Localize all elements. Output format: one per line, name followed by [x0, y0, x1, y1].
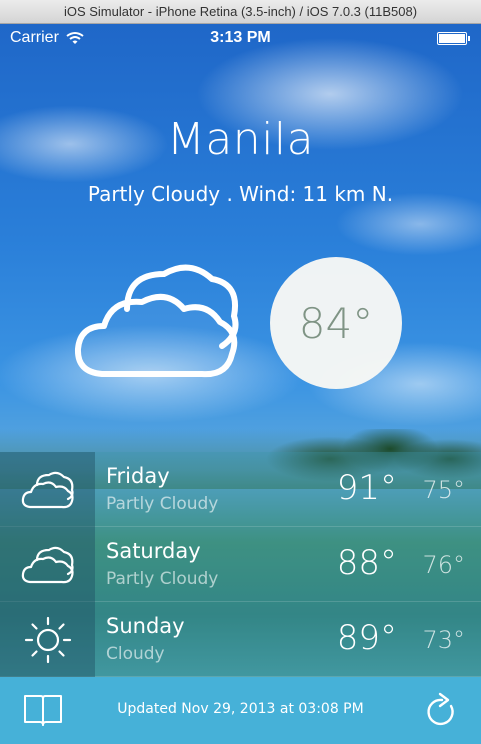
refresh-icon[interactable] [425, 692, 459, 728]
forecast-row[interactable]: Saturday Partly Cloudy 88° 76° [0, 527, 481, 602]
forecast-icon-cell [0, 452, 95, 527]
forecast-low: 76° [422, 551, 465, 579]
window-titlebar: iOS Simulator - iPhone Retina (3.5-inch)… [0, 0, 481, 24]
forecast-high: 91° [336, 468, 397, 508]
sun-icon [24, 616, 71, 663]
forecast-day: Saturday [106, 539, 201, 563]
current-temperature: 84° [298, 298, 374, 348]
current-temperature-badge: 84° [270, 257, 402, 389]
forecast-low: 73° [422, 626, 465, 654]
forecast-condition: Partly Cloudy [106, 494, 219, 514]
city-name: Manila [166, 114, 315, 165]
current-conditions: Partly Cloudy . Wind: 11 km N. [87, 182, 394, 206]
forecast-day: Friday [106, 464, 170, 488]
window-title: iOS Simulator - iPhone Retina (3.5-inch)… [63, 4, 418, 19]
cloud-icon [21, 471, 74, 508]
status-bar: Carrier 3:13 PM [0, 24, 481, 54]
forecast-high: 88° [336, 543, 397, 583]
forecast-condition: Partly Cloudy [106, 569, 219, 589]
forecast-row[interactable]: Sunday Cloudy 89° 73° [0, 602, 481, 677]
forecast-icon-cell [0, 527, 95, 602]
cloud-icon [21, 546, 74, 583]
forecast-condition: Cloudy [106, 644, 165, 664]
forecast-icon-cell [0, 602, 95, 677]
battery-fill [439, 34, 465, 43]
forecast-day: Sunday [106, 614, 185, 638]
forecast-high: 89° [336, 618, 397, 658]
bottom-toolbar: Updated Nov 29, 2013 at 03:08 PM [0, 677, 481, 744]
last-updated-label: Updated Nov 29, 2013 at 03:08 PM [117, 701, 364, 717]
forecast-low: 75° [422, 476, 465, 504]
battery-icon [437, 32, 470, 45]
weather-screen: Carrier 3:13 PM Manila Partly Cloudy . W… [0, 24, 481, 744]
status-time: 3:13 PM [210, 29, 271, 46]
forecast-list: Friday Partly Cloudy 91° 75° Saturday Pa… [0, 452, 481, 678]
forecast-row[interactable]: Friday Partly Cloudy 91° 75° [0, 452, 481, 527]
cloud-icon [74, 264, 239, 378]
